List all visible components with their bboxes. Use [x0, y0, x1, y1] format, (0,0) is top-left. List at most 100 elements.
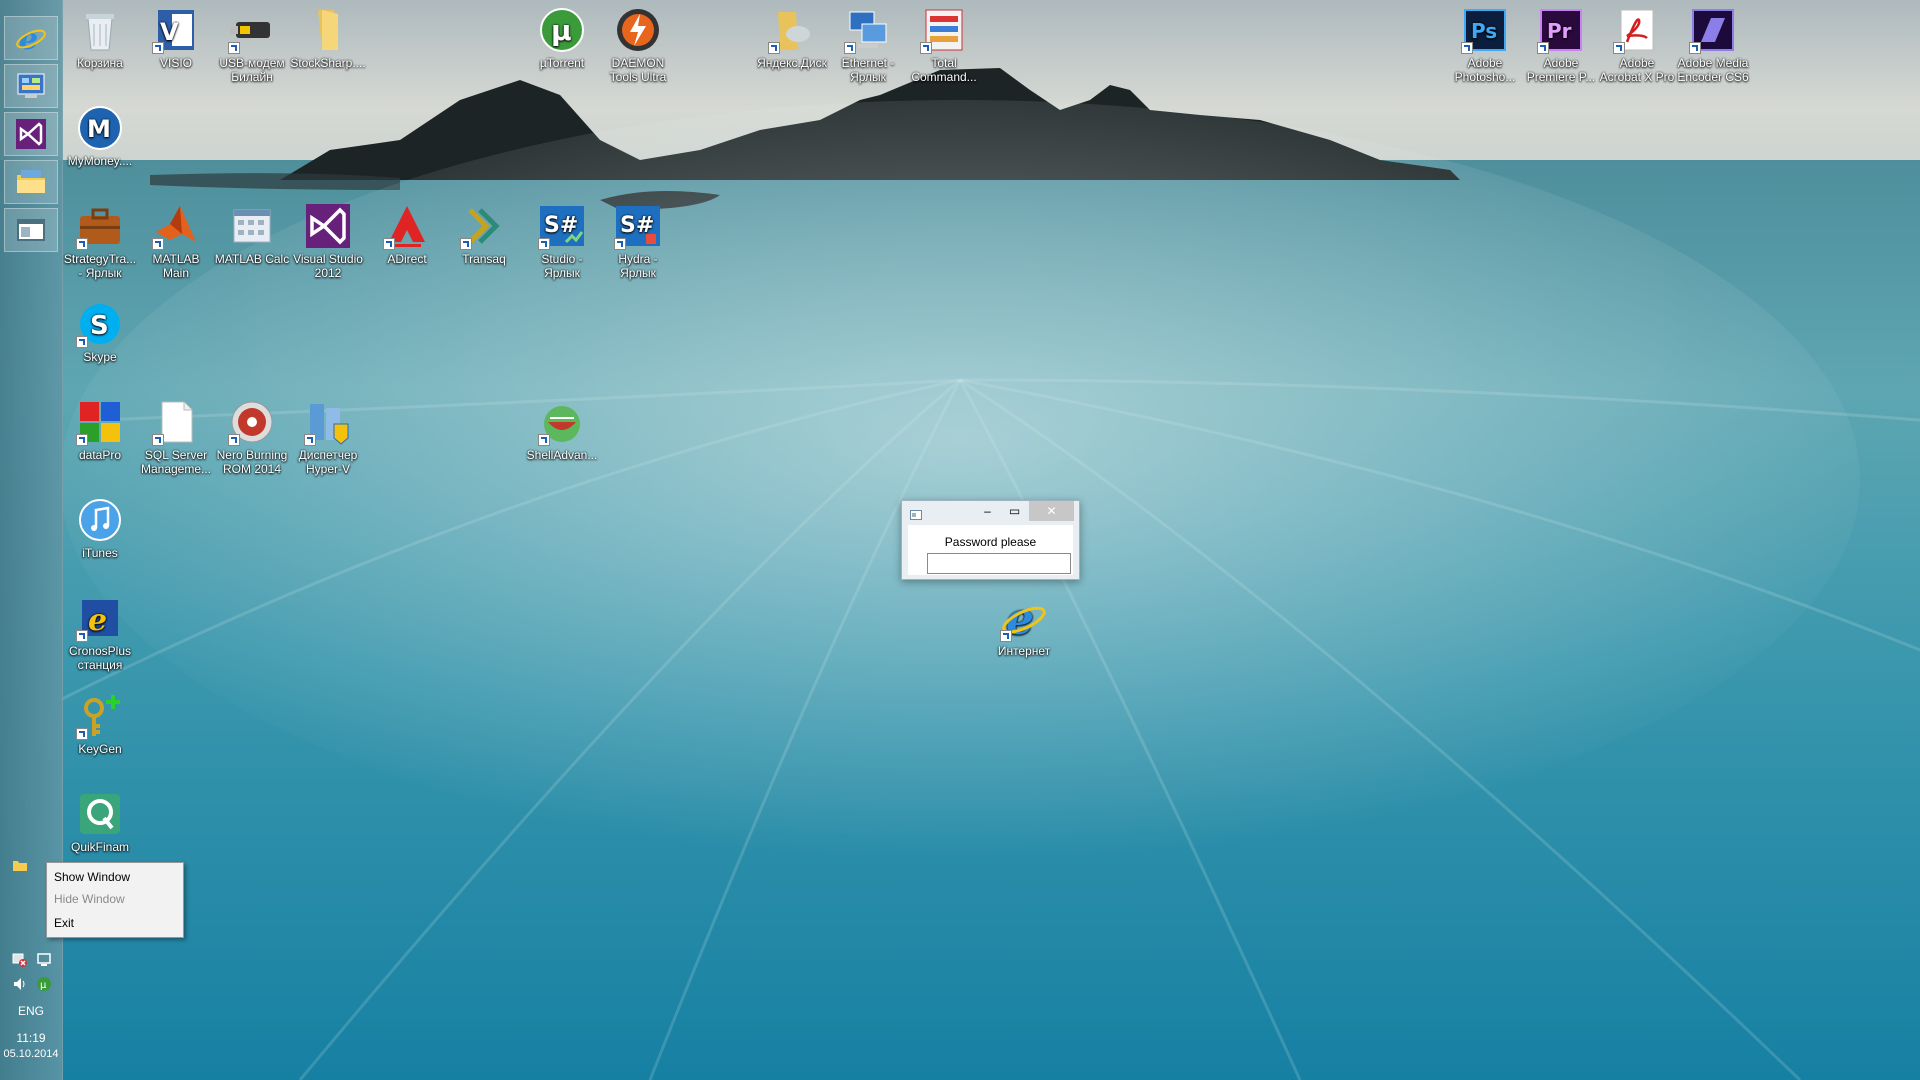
quik-icon [80, 794, 120, 834]
internet-explorer-icon: e [16, 22, 46, 54]
desktop-icon-yandex-disk[interactable]: Яндекс.Диск [754, 6, 830, 70]
desktop-icon-datapro[interactable]: dataPro [62, 398, 138, 462]
desktop-icon-label: DAEMON Tools Ultra [609, 56, 667, 84]
itunes-icon [79, 499, 121, 541]
desktop-icon-adirect[interactable]: ADirect [369, 202, 445, 266]
desktop-icon-keygen[interactable]: KeyGen [62, 692, 138, 756]
password-input[interactable] [927, 553, 1071, 574]
svg-text:S: S [90, 311, 109, 341]
visual-studio-icon [16, 119, 46, 149]
tray-action-center-icon[interactable] [36, 952, 52, 968]
taskbar-visual-studio-button[interactable] [4, 112, 58, 156]
desktop-icon-media-encoder[interactable]: Adobe Media Encoder CS6 [1675, 6, 1751, 84]
desktop-icon-recycle-bin[interactable]: Корзина [62, 6, 138, 70]
dialog-body: Password please [908, 525, 1073, 575]
clock-time[interactable]: 11:19 [0, 1031, 62, 1045]
desktop-icon-mymoney[interactable]: M MyMoney.... [62, 104, 138, 168]
desktop-icon-label: Яндекс.Диск [757, 56, 827, 70]
desktop-icon-visual-studio[interactable]: Visual Studio 2012 [290, 202, 366, 280]
desktop-icon-shelladvanced[interactable]: ShellAdvan... [524, 398, 600, 462]
taskbar-control-panel-button[interactable] [4, 64, 58, 108]
svg-text:µ: µ [40, 980, 47, 991]
desktop-icon-label: QuikFinam [70, 840, 129, 854]
dialog-titlebar[interactable]: – ▭ ✕ [902, 501, 1079, 523]
desktop-icon-hydra[interactable]: S# Hydra - Ярлык [600, 202, 676, 280]
desktop-icon-label: KeyGen [78, 742, 122, 756]
desktop-icon-label: Корзина [77, 56, 123, 70]
tray-volume-icon[interactable] [12, 976, 28, 992]
desktop-icon-label: ShellAdvan... [526, 448, 598, 462]
desktop-icon-label: Adobe Photosho... [1454, 56, 1516, 84]
password-prompt-label: Password please [944, 535, 1037, 549]
desktop-icon-label: µTorrent [539, 56, 585, 70]
calculator-grid-icon [233, 209, 271, 243]
desktop-icon-label: Adobe Premiere P... [1526, 56, 1596, 84]
desktop-icon-label: MATLAB Calc [214, 252, 290, 266]
mymoney-icon: M [78, 106, 122, 150]
desktop-icon-label: Adobe Media Encoder CS6 [1677, 56, 1749, 84]
menu-item-show-window[interactable]: Show Window [54, 867, 130, 887]
desktop-icon-label: Visual Studio 2012 [293, 252, 363, 280]
desktop-icon-photoshop[interactable]: Ps Adobe Photosho... [1447, 6, 1523, 84]
password-dialog: – ▭ ✕ Password please [901, 500, 1080, 580]
taskbar-file-explorer-button[interactable] [4, 160, 58, 204]
language-indicator[interactable]: ENG [0, 1004, 62, 1018]
desktop-icon-label: Skype [83, 350, 117, 364]
desktop-icon-studio[interactable]: S# Studio - Ярлык [524, 202, 600, 280]
desktop-icon-strategytrader[interactable]: StrategyTra... - Ярлык [62, 202, 138, 280]
desktop-icon-daemon-tools[interactable]: DAEMON Tools Ultra [600, 6, 676, 84]
desktop-icon-matlab-main[interactable]: MATLAB Main [138, 202, 214, 280]
desktop-icon-itunes[interactable]: iTunes [62, 496, 138, 560]
svg-text:M: M [87, 115, 111, 143]
desktop-icon-label: iTunes [82, 546, 118, 560]
tray-utorrent-icon[interactable]: µ [36, 976, 52, 992]
control-panel-icon [17, 73, 45, 98]
utorrent-icon: µ [540, 8, 584, 52]
maximize-button[interactable]: ▭ [1001, 501, 1028, 521]
desktop-icon-transaq[interactable]: Transaq [446, 202, 522, 266]
menu-item-exit[interactable]: Exit [54, 913, 74, 933]
minimize-button[interactable]: – [974, 501, 1001, 521]
desktop-icon-label: CronosPlus станция [68, 644, 132, 672]
desktop-icon-matlab-calc[interactable]: MATLAB Calc [214, 202, 290, 266]
visual-studio-icon [306, 204, 350, 248]
desktop-icon-quikfinam[interactable]: QuikFinam [62, 790, 138, 854]
desktop-icon-label: Ethernet - Ярлык [841, 56, 895, 84]
desktop-icon-utorrent[interactable]: µ µTorrent [524, 6, 600, 70]
desktop-icon-internet[interactable]: e Интернет [986, 594, 1062, 658]
desktop-icon-acrobat[interactable]: Adobe Acrobat X Pro [1599, 6, 1675, 84]
clock-date[interactable]: 05.10.2014 [0, 1048, 62, 1060]
menu-item-hide-window[interactable]: Hide Window [54, 889, 125, 909]
tray-folder-icon[interactable] [12, 857, 28, 873]
desktop-icon-label: Интернет [997, 644, 1051, 658]
desktop-icon-label: Диспетчер Hyper-V [298, 448, 358, 476]
desktop-icon-visio[interactable]: V VISIO [138, 6, 214, 70]
desktop-icon-label: SQL Server Manageme... [140, 448, 212, 476]
file-explorer-icon [17, 170, 45, 193]
taskbar-internet-explorer-button[interactable]: e [4, 16, 58, 60]
desktop-icon-total-commander[interactable]: Total Command... [906, 6, 982, 84]
tray-network-error-icon[interactable] [12, 952, 28, 968]
desktop-icon-cronosplus[interactable]: e CronosPlus станция [62, 594, 138, 672]
desktop-icon-ethernet[interactable]: Ethernet - Ярлык [830, 6, 906, 84]
desktop-icon-usb-modem[interactable]: USB-модем Билайн [214, 6, 290, 84]
folder-icon [318, 10, 338, 50]
desktop-icon-sql-server[interactable]: SQL Server Manageme... [138, 398, 214, 476]
svg-text:Ps: Ps [1471, 19, 1497, 43]
desktop-icon-label: Hydra - Ярлык [618, 252, 658, 280]
svg-text:Pr: Pr [1547, 19, 1572, 43]
desktop-icon-hyper-v[interactable]: Диспетчер Hyper-V [290, 398, 366, 476]
desktop-icon-nero[interactable]: Nero Burning ROM 2014 [214, 398, 290, 476]
desktop-icon-label: StockSharp.... [290, 56, 366, 70]
desktop-icon-premiere[interactable]: Pr Adobe Premiere P... [1523, 6, 1599, 84]
taskbar-window-app-button[interactable] [4, 208, 58, 252]
desktop-icon-label: Nero Burning ROM 2014 [216, 448, 288, 476]
svg-text:S#: S# [544, 213, 578, 238]
desktop-icon-label: MATLAB Main [152, 252, 200, 280]
desktop-icon-label: USB-модем Билайн [219, 56, 285, 84]
desktop-icon-stocksharp-folder[interactable]: StockSharp.... [290, 6, 366, 70]
desktop-icon-skype[interactable]: S Skype [62, 300, 138, 364]
desktop-icon-label: Adobe Acrobat X Pro [1599, 56, 1675, 84]
close-button[interactable]: ✕ [1029, 501, 1074, 521]
desktop-icon-label: Total Command... [911, 56, 977, 84]
